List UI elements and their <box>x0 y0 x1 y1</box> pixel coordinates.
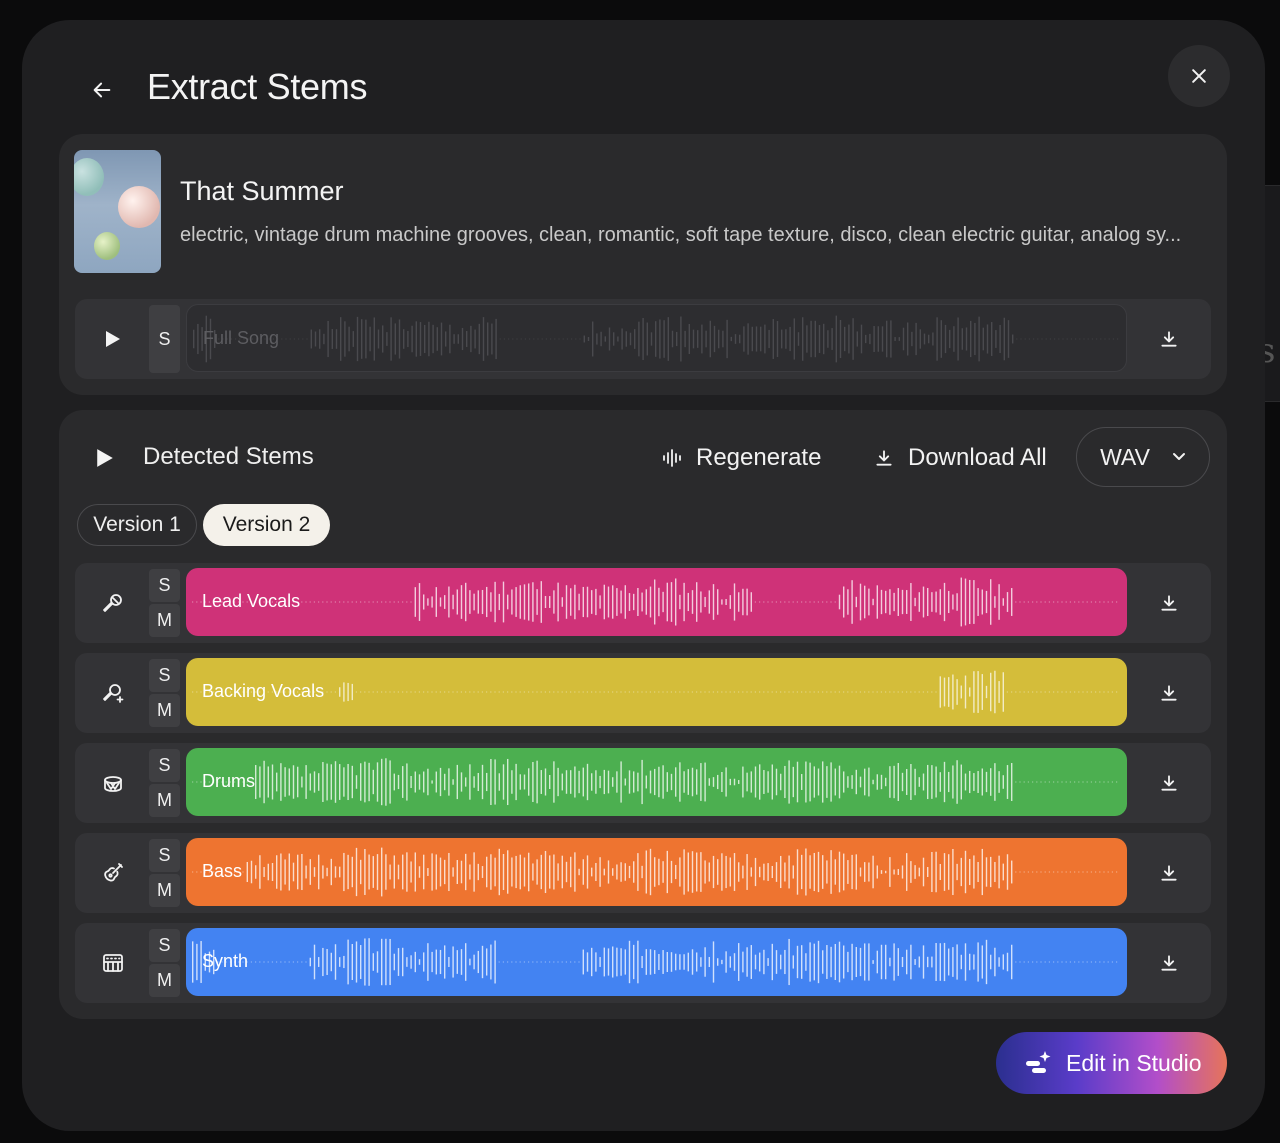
waveform-icon <box>663 449 681 467</box>
play-stems-button[interactable] <box>87 440 123 476</box>
waveform-bars <box>192 577 1118 627</box>
stem-row-synth: S M Synth <box>75 923 1211 1003</box>
stem-name: Backing Vocals <box>202 681 325 701</box>
full-song-waveform[interactable]: Full Song <box>186 304 1127 372</box>
stem-name: Drums <box>202 771 255 791</box>
play-full-song-button[interactable] <box>93 323 133 355</box>
download-icon <box>1161 865 1177 881</box>
close-button[interactable] <box>1168 45 1230 107</box>
full-song-row: S Full Song <box>75 299 1211 379</box>
waveform-bars <box>192 938 1118 986</box>
mute-button[interactable]: M <box>149 604 180 637</box>
download-stem-button[interactable] <box>1151 587 1187 619</box>
stem-waveform[interactable]: Synth <box>186 928 1127 996</box>
stem-waveform[interactable]: Lead Vocals <box>186 568 1127 636</box>
stem-name: Bass <box>202 861 243 881</box>
download-all-label: Download All <box>908 444 1047 471</box>
close-icon <box>1192 69 1206 83</box>
song-description: electric, vintage drum machine grooves, … <box>180 224 1182 246</box>
keyboard-icon <box>93 945 133 981</box>
download-stem-button[interactable] <box>1151 857 1187 889</box>
solo-button[interactable]: S <box>149 569 180 602</box>
solo-mute-group: S M <box>149 839 180 907</box>
solo-button[interactable]: S <box>149 305 180 373</box>
stem-row-drums: S M Drums <box>75 743 1211 823</box>
arrow-left-icon <box>93 82 111 98</box>
solo-button[interactable]: S <box>149 839 180 872</box>
microphone-plus-icon <box>93 675 133 711</box>
solo-mute-group: S M <box>149 569 180 637</box>
waveform-bars <box>193 315 1119 363</box>
waveform-bars <box>192 847 1118 897</box>
download-icon <box>876 450 892 466</box>
mute-button[interactable]: M <box>149 694 180 727</box>
chevron-down-icon <box>1172 453 1185 460</box>
waveform-bars <box>192 758 1118 806</box>
download-full-song-button[interactable] <box>1151 323 1187 355</box>
stem-waveform[interactable]: Drums <box>186 748 1127 816</box>
mute-button[interactable]: M <box>149 784 180 817</box>
download-stem-button[interactable] <box>1151 767 1187 799</box>
play-icon <box>97 449 113 467</box>
tab-version-1[interactable]: Version 1 <box>77 504 197 546</box>
drum-icon <box>93 765 133 801</box>
detected-stems-title: Detected Stems <box>143 443 314 470</box>
stem-name: Synth <box>202 951 249 971</box>
format-value: WAV <box>1100 443 1150 470</box>
guitar-icon <box>93 855 133 891</box>
stem-waveform[interactable]: Backing Vocals <box>186 658 1127 726</box>
sparkle-studio-icon <box>1026 1051 1051 1073</box>
solo-button[interactable]: S <box>149 929 180 962</box>
back-button[interactable] <box>84 72 120 108</box>
solo-mute-group: S M <box>149 749 180 817</box>
stem-row-bass: S M Bass <box>75 833 1211 913</box>
download-stem-button[interactable] <box>1151 947 1187 979</box>
mute-button[interactable]: M <box>149 874 180 907</box>
download-all-button[interactable]: Download All <box>874 438 1047 478</box>
waveform-bars <box>192 670 1118 714</box>
song-card: That Summer electric, vintage drum machi… <box>59 134 1227 395</box>
track-label: Full Song <box>203 328 280 348</box>
page-title: Extract Stems <box>147 66 368 107</box>
download-icon <box>1161 331 1177 347</box>
microphone-icon <box>93 585 133 621</box>
regenerate-button[interactable]: Regenerate <box>662 438 821 478</box>
tab-version-2[interactable]: Version 2 <box>203 504 330 546</box>
extract-stems-modal: Extract Stems That Summer electric, vint… <box>22 20 1265 1131</box>
solo-mute-group: S M <box>149 659 180 727</box>
edit-in-studio-label: Edit in Studio <box>1066 1049 1202 1076</box>
regenerate-label: Regenerate <box>696 444 822 471</box>
stem-row-lead-vocals: S M Lead Vocals <box>75 563 1211 643</box>
download-icon <box>1161 685 1177 701</box>
download-icon <box>1161 595 1177 611</box>
download-icon <box>1161 775 1177 791</box>
song-title: That Summer <box>180 176 344 206</box>
stems-card: Detected Stems Regenerate Download All W… <box>59 410 1227 1019</box>
stem-row-backing-vocals: S M Backing Vocals <box>75 653 1211 733</box>
album-cover <box>74 150 161 273</box>
format-select[interactable]: WAV <box>1076 427 1210 487</box>
edit-in-studio-button[interactable]: Edit in Studio <box>996 1032 1227 1094</box>
download-icon <box>1161 955 1177 971</box>
solo-mute-group: S M <box>149 929 180 997</box>
solo-button[interactable]: S <box>149 659 180 692</box>
solo-button[interactable]: S <box>149 749 180 782</box>
play-icon <box>106 331 120 347</box>
mute-button[interactable]: M <box>149 964 180 997</box>
download-stem-button[interactable] <box>1151 677 1187 709</box>
stem-waveform[interactable]: Bass <box>186 838 1127 906</box>
stem-name: Lead Vocals <box>202 591 301 611</box>
